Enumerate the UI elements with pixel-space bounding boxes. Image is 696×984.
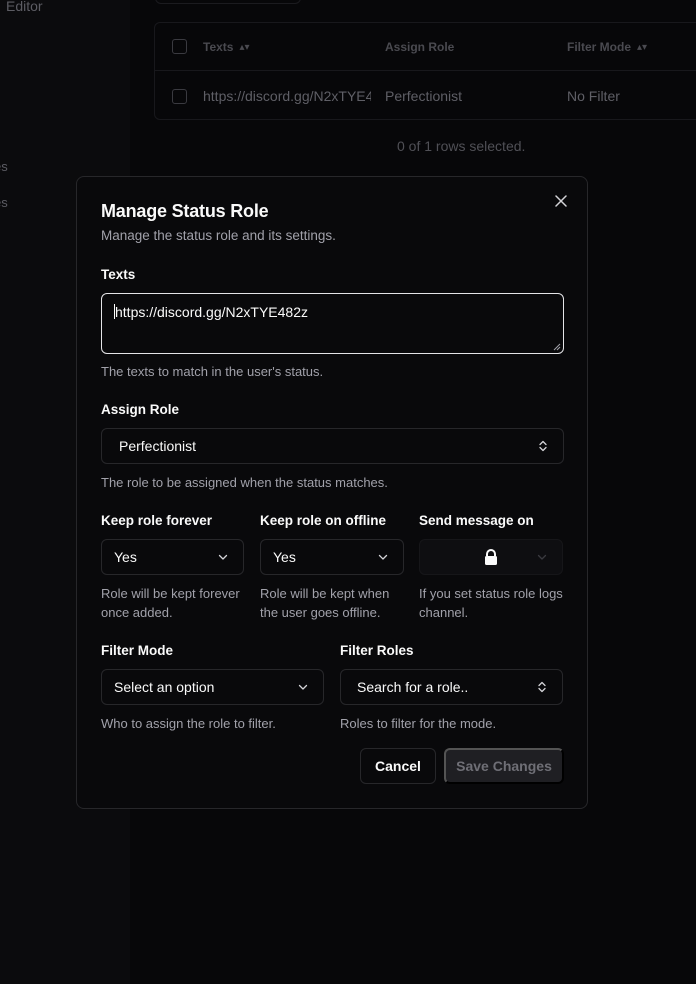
sidebar-item: es: [0, 195, 8, 210]
sort-icon: ▴▾: [637, 41, 648, 53]
cancel-button[interactable]: Cancel: [360, 748, 436, 784]
filter-mode-select[interactable]: Select an option: [101, 669, 324, 705]
send-message-help: If you set status role logs channel.: [419, 586, 563, 620]
filter-mode-label: Filter Mode: [101, 643, 174, 658]
texts-value: https://discord.gg/N2xTYE482z: [115, 304, 308, 320]
lock-icon: [485, 549, 497, 565]
filter-mode-help: Who to assign the role to filter.: [101, 716, 276, 731]
search-box: [155, 0, 301, 4]
texts-label: Texts: [101, 267, 136, 282]
table-header-texts: Texts ▴▾: [203, 39, 250, 54]
table-header-row: Texts ▴▾ Assign Role Filter Mode ▴▾: [155, 23, 696, 71]
filter-roles-label: Filter Roles: [340, 643, 414, 658]
keep-role-forever-label: Keep role forever: [101, 513, 213, 528]
assign-role-value: Perfectionist: [119, 438, 197, 454]
keep-role-offline-select[interactable]: Yes: [260, 539, 404, 575]
keep-role-offline-label: Keep role on offline: [260, 513, 387, 528]
assign-role-label: Assign Role: [101, 402, 180, 417]
table-header-filter-mode: Filter Mode ▴▾: [567, 39, 648, 54]
chevron-down-icon: [378, 554, 388, 560]
filter-roles-select[interactable]: Search for a role..: [340, 669, 563, 705]
sort-icon: ▴▾: [239, 41, 250, 53]
select-all-checkbox: [172, 39, 187, 54]
close-icon: [555, 195, 567, 207]
filter-roles-value: Search for a role..: [357, 679, 469, 695]
keep-role-offline-value: Yes: [273, 549, 296, 565]
dialog-title: Manage Status Role: [101, 201, 269, 221]
row-checkbox: [172, 88, 187, 104]
rows-selected-count: 0 of 1 rows selected.: [397, 138, 526, 154]
data-table: Texts ▴▾ Assign Role Filter Mode ▴▾ https:…: [154, 22, 696, 120]
keep-role-forever-help: Role will be kept forever once added.: [101, 586, 240, 620]
send-message-label: Send message on: [419, 513, 534, 528]
keep-role-forever-value: Yes: [114, 549, 137, 565]
chevron-down-icon: [218, 554, 228, 560]
texts-help: The texts to match in the user's status.: [101, 364, 324, 379]
filter-roles-help: Roles to filter for the mode.: [340, 716, 497, 731]
sidebar-item-editor: Editor: [6, 0, 43, 14]
manage-status-role-dialog: Manage Status Role Manage the status rol…: [76, 176, 588, 809]
chevron-down-icon: [298, 684, 308, 690]
table-row: https://discord.gg/N2xTYE482z Perfection…: [155, 72, 696, 120]
resize-handle-icon[interactable]: [553, 343, 561, 351]
filter-mode-value: Select an option: [114, 679, 215, 695]
sidebar-item: es: [0, 159, 8, 174]
dialog-description: Manage the status role and its settings.: [101, 228, 336, 243]
table-cell-texts: https://discord.gg/N2xTYE482z: [203, 88, 371, 104]
assign-role-help: The role to be assigned when the status …: [101, 475, 388, 490]
chevrons-up-down-icon: [539, 440, 547, 452]
keep-role-offline-help: Role will be kept when the user goes off…: [260, 586, 390, 620]
close-button[interactable]: [551, 191, 571, 211]
save-changes-button[interactable]: Save Changes: [444, 748, 564, 784]
table-header-assign-role: Assign Role: [385, 39, 455, 54]
assign-role-select[interactable]: Perfectionist: [101, 428, 564, 464]
keep-role-forever-select[interactable]: Yes: [101, 539, 244, 575]
table-cell-filter-mode: No Filter: [567, 88, 620, 104]
send-message-select: [419, 539, 563, 575]
chevrons-up-down-icon: [538, 681, 546, 693]
table-cell-assign-role: Perfectionist: [385, 88, 463, 104]
chevron-down-icon: [537, 554, 547, 560]
texts-textarea[interactable]: https://discord.gg/N2xTYE482z: [101, 293, 564, 354]
